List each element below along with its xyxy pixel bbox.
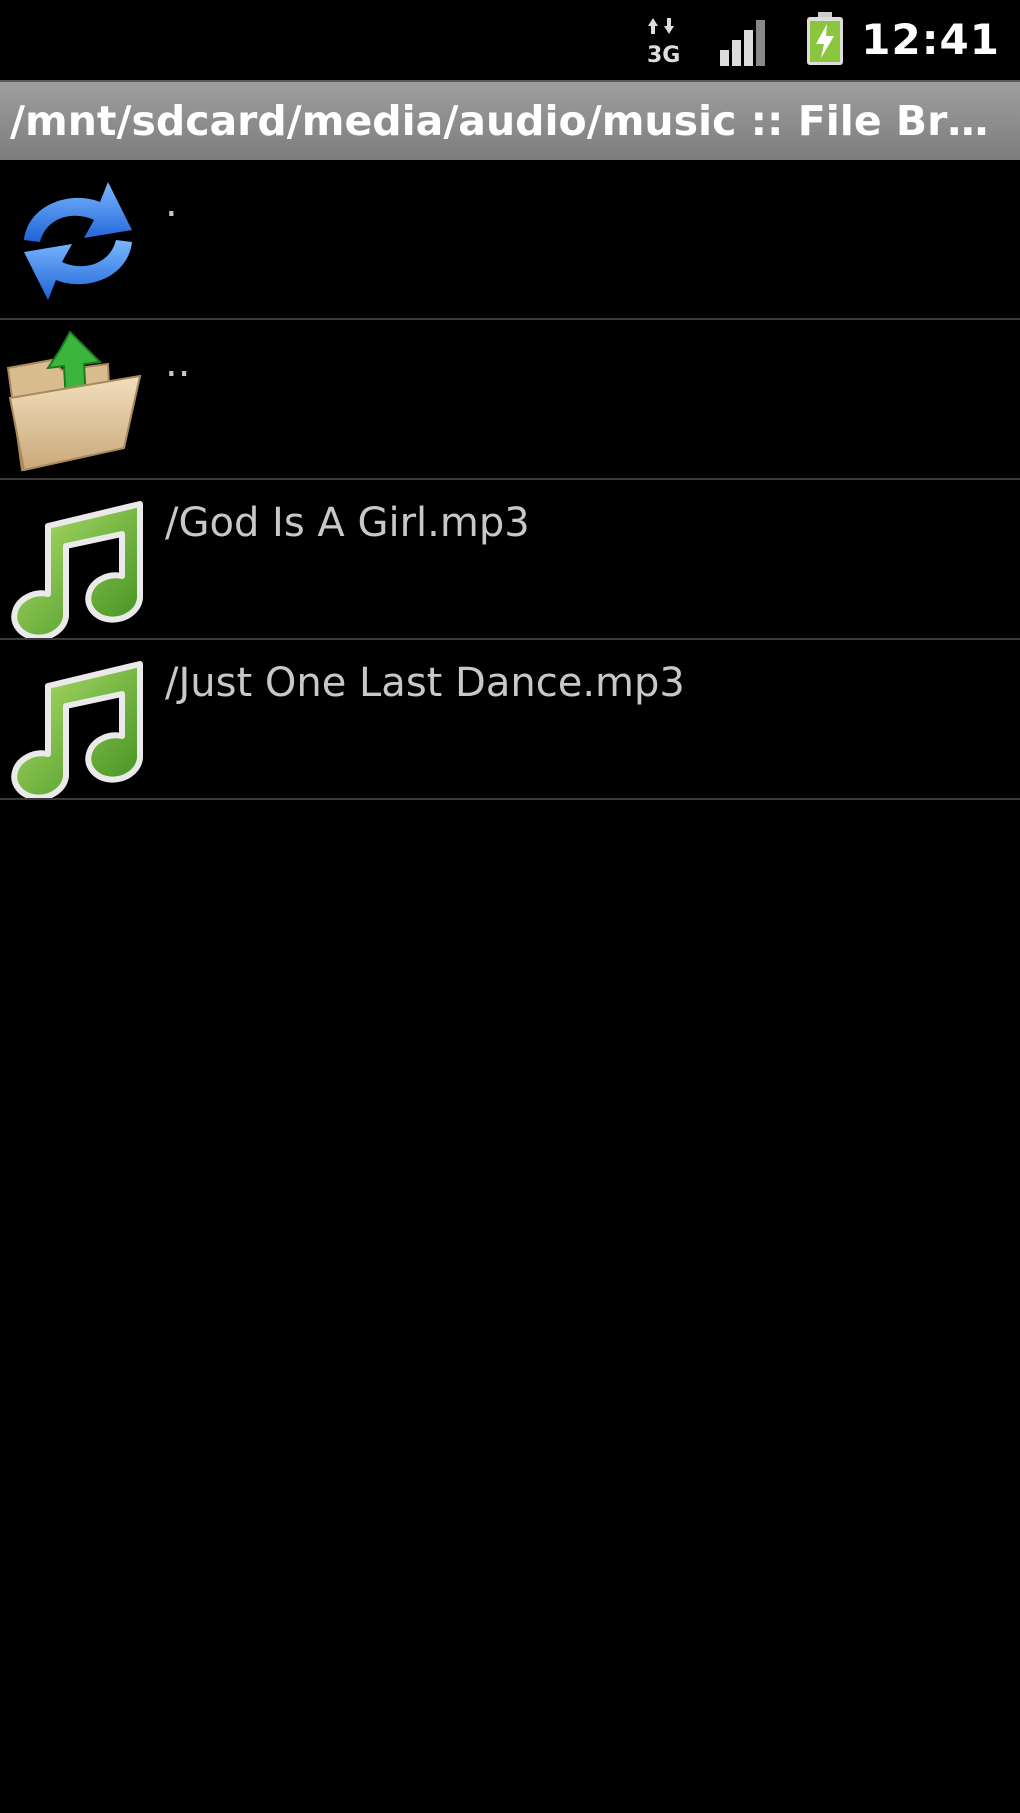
- list-item-label: .: [165, 180, 178, 226]
- file-list: . .. /God Is A Girl.mp3 /Just One Last D…: [0, 160, 1020, 800]
- list-item-label: /Just One Last Dance.mp3: [165, 660, 685, 706]
- list-item-parent-dir[interactable]: ..: [0, 320, 1020, 480]
- page-title: /mnt/sdcard/media/audio/music :: File Br…: [10, 97, 1010, 145]
- network-type-label: 3G: [647, 43, 680, 66]
- list-item-file[interactable]: /God Is A Girl.mp3: [0, 480, 1020, 640]
- file-browser-screen: 3G 12:41 /mnt/sdcard/media/audio/music :…: [0, 0, 1020, 1813]
- list-item-file[interactable]: /Just One Last Dance.mp3: [0, 640, 1020, 800]
- list-item-label: ..: [165, 340, 191, 386]
- status-bar: 3G 12:41: [0, 0, 1020, 80]
- folder-up-icon: [0, 320, 160, 478]
- battery-charging-icon: [805, 12, 845, 66]
- signal-strength-icon: [720, 16, 775, 66]
- music-note-icon: [0, 640, 160, 798]
- refresh-icon: [0, 160, 160, 318]
- list-item-label: /God Is A Girl.mp3: [165, 500, 530, 546]
- data-3g-icon: 3G: [645, 14, 685, 68]
- list-item-current-dir[interactable]: .: [0, 160, 1020, 320]
- title-bar: /mnt/sdcard/media/audio/music :: File Br…: [0, 80, 1020, 160]
- music-note-icon: [0, 480, 160, 638]
- clock: 12:41: [861, 15, 1000, 64]
